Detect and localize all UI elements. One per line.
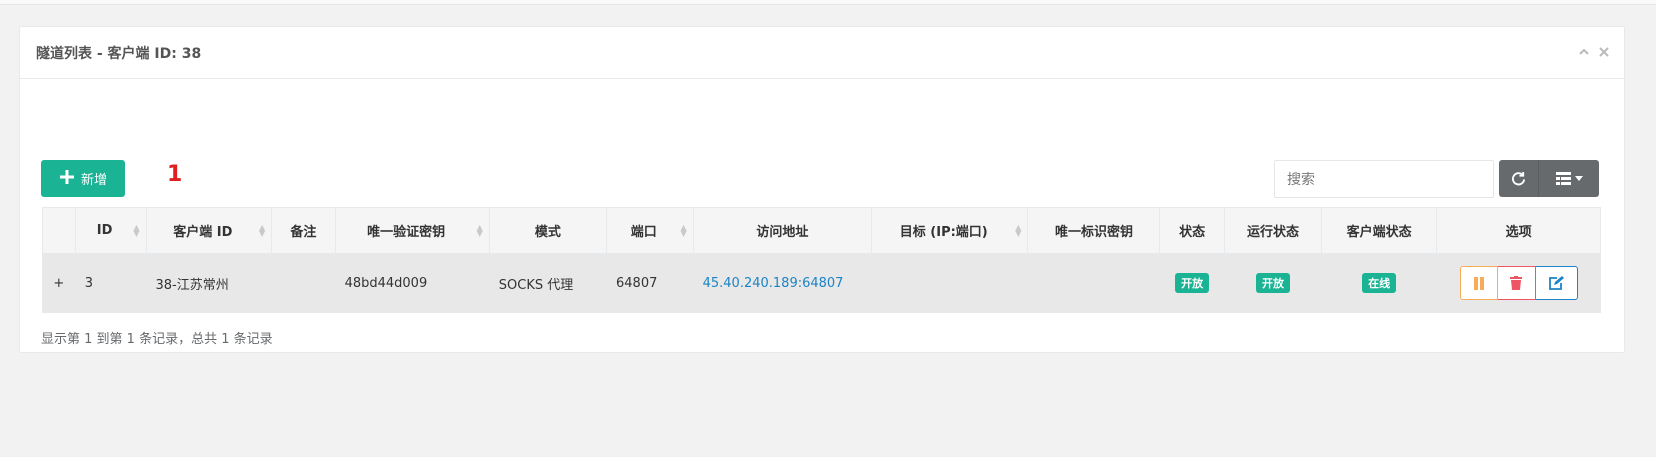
- tunnel-list-panel: 隧道列表 - 客户端 ID: 38 新增 1 搜索 ID ▲ ▼ 客户端 ID …: [19, 26, 1625, 353]
- expand-row-icon[interactable]: +: [42, 253, 76, 313]
- header-unique-key: 唯一标识密钥: [1027, 207, 1161, 254]
- header-client-id[interactable]: 客户端 ID ▲ ▼: [145, 207, 273, 254]
- header-address: 访问地址: [692, 207, 873, 254]
- table-row: + 3 38-江苏常州 48bd44d009 SOCKS 代理 64807 45…: [42, 253, 1601, 313]
- header-run-status: 运行状态: [1223, 207, 1323, 254]
- refresh-button[interactable]: [1499, 160, 1539, 197]
- address-link[interactable]: 45.40.240.189:64807: [703, 276, 844, 291]
- pause-button[interactable]: [1459, 266, 1498, 300]
- count-marker: 1: [167, 162, 183, 187]
- sort-icon: ▲ ▼: [1015, 222, 1022, 238]
- top-border: [0, 0, 1656, 5]
- sort-icon: ▲ ▼: [259, 222, 266, 238]
- panel-title: 隧道列表 - 客户端 ID: 38: [36, 45, 202, 62]
- edit-icon: [1549, 275, 1565, 290]
- header-verify-key[interactable]: 唯一验证密钥 ▲ ▼: [334, 207, 490, 254]
- table-toolbar-buttons: [1499, 160, 1599, 197]
- header-id[interactable]: ID ▲ ▼: [74, 207, 147, 254]
- client-status-badge: 在线: [1362, 273, 1397, 293]
- sort-icon: ▲ ▼: [476, 222, 483, 238]
- cell-address: 45.40.240.189:64807: [692, 253, 873, 313]
- refresh-icon: [1512, 171, 1526, 186]
- add-button-label: 新增: [80, 173, 107, 188]
- chevron-up-icon[interactable]: [1578, 44, 1590, 62]
- cell-run-status: 开放: [1223, 253, 1323, 313]
- cell-remark: [271, 253, 336, 313]
- header-mode: 模式: [488, 207, 608, 254]
- header-port[interactable]: 端口 ▲ ▼: [606, 207, 694, 254]
- cell-client-id: 38-江苏常州: [145, 253, 273, 313]
- table-header-row: ID ▲ ▼ 客户端 ID ▲ ▼ 备注 唯一验证密钥 ▲ ▼ 模式 端口 ▲ ▼ 访问地址 目…: [42, 207, 1601, 254]
- cell-verify-key: 48bd44d009: [334, 253, 490, 313]
- sort-icon: ▲ ▼: [133, 222, 140, 238]
- cell-mode: SOCKS 代理: [488, 253, 608, 313]
- panel-body: 新增 1 搜索 ID ▲ ▼ 客户端 ID ▲ ▼ 备注 唯一验证密钥 ▲ ▼ …: [20, 79, 1624, 351]
- search-input[interactable]: [1274, 160, 1494, 198]
- row-actions: [1446, 266, 1591, 300]
- sort-icon: ▲ ▼: [680, 222, 687, 238]
- pagination-summary: 显示第 1 到第 1 条记录，总共 1 条记录: [41, 332, 273, 347]
- run-status-badge: 开放: [1255, 273, 1290, 293]
- trash-icon: [1510, 276, 1523, 290]
- add-button[interactable]: 新增: [41, 160, 125, 197]
- cell-status: 开放: [1159, 253, 1225, 313]
- header-remark: 备注: [271, 207, 336, 254]
- edit-button[interactable]: [1535, 266, 1578, 300]
- cell-port: 64807: [606, 253, 694, 313]
- plus-icon: [59, 168, 75, 190]
- tunnel-table: ID ▲ ▼ 客户端 ID ▲ ▼ 备注 唯一验证密钥 ▲ ▼ 模式 端口 ▲ ▼ 访问地址 目…: [42, 207, 1601, 313]
- caret-down-icon: [1574, 175, 1583, 181]
- cell-unique-key: [1027, 253, 1161, 313]
- panel-tools: [1578, 44, 1610, 62]
- cell-target: [871, 253, 1029, 313]
- columns-icon: [1555, 172, 1571, 185]
- panel-header: 隧道列表 - 客户端 ID: 38: [20, 27, 1624, 79]
- cell-id: 3: [74, 253, 147, 313]
- cell-client-status: 在线: [1321, 253, 1438, 313]
- status-badge: 开放: [1175, 273, 1210, 293]
- pause-icon: [1473, 276, 1484, 290]
- cell-options: [1436, 253, 1601, 313]
- header-options: 选项: [1436, 207, 1601, 254]
- header-status: 状态: [1159, 207, 1225, 254]
- header-target[interactable]: 目标 (IP:端口) ▲ ▼: [871, 207, 1029, 254]
- close-icon[interactable]: [1598, 44, 1610, 62]
- delete-button[interactable]: [1497, 266, 1536, 300]
- header-client-status: 客户端状态: [1321, 207, 1438, 254]
- columns-toggle-button[interactable]: [1539, 160, 1599, 197]
- header-expand: [42, 207, 76, 254]
